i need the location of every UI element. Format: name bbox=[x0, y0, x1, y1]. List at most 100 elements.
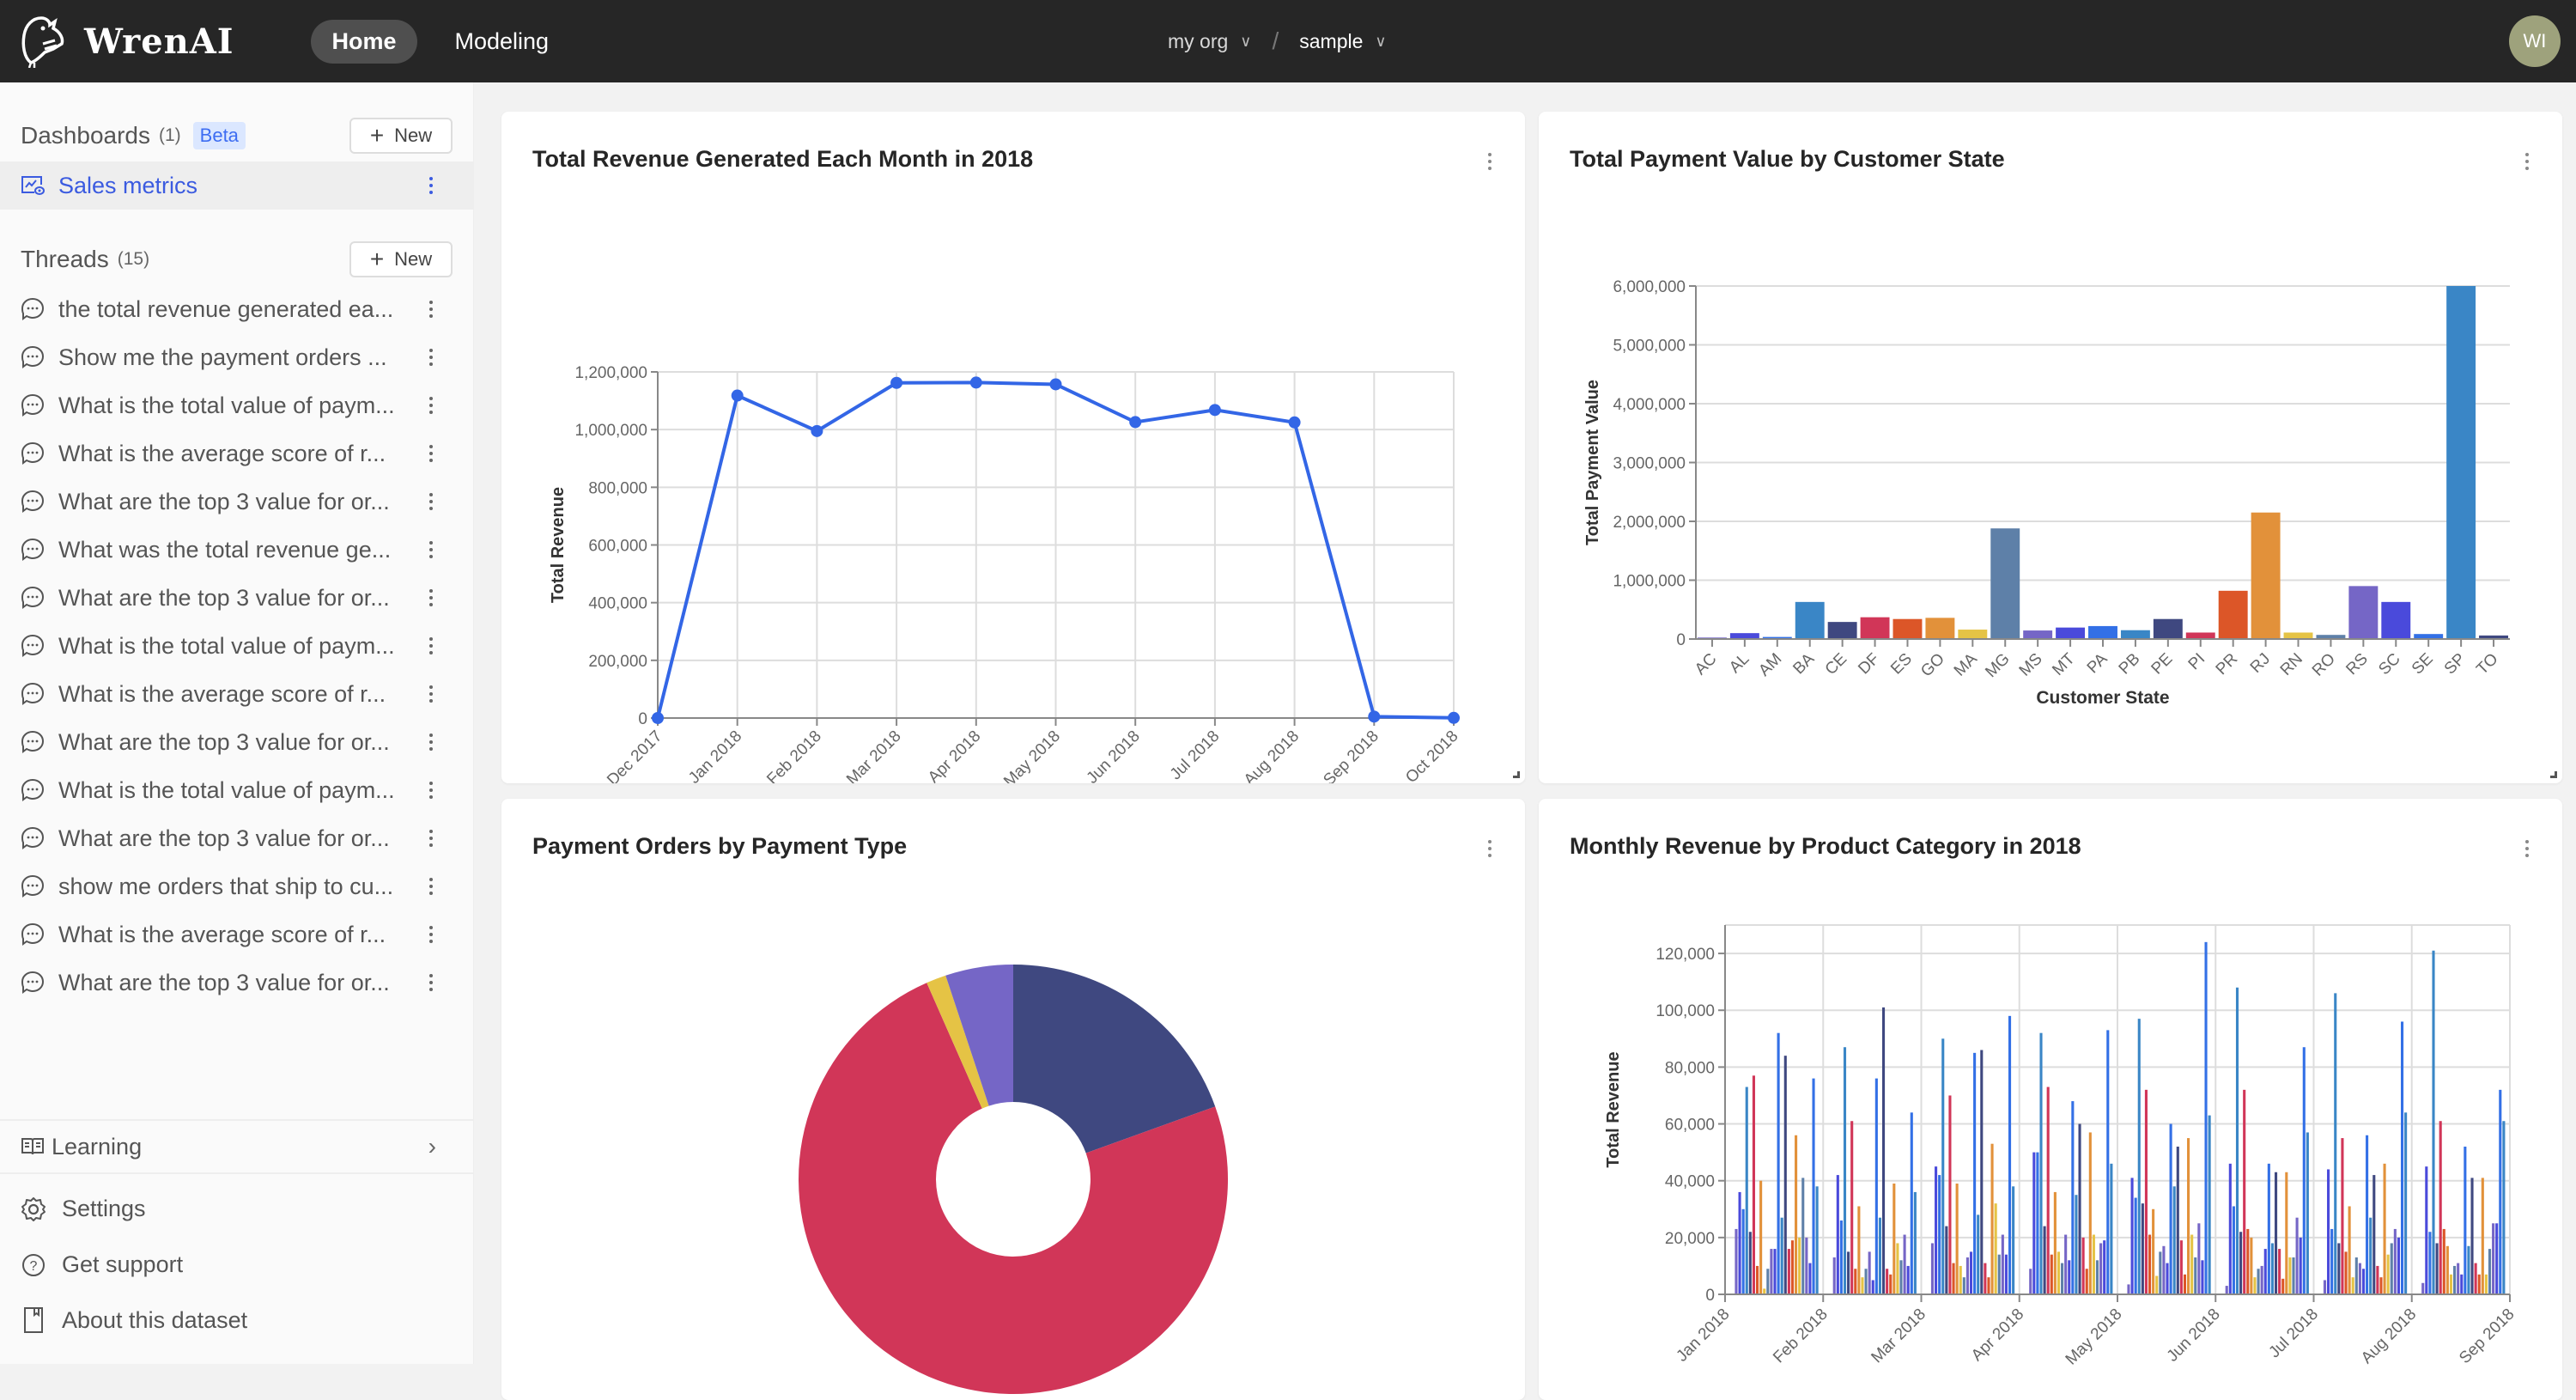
dashboard-chart-icon bbox=[21, 176, 45, 195]
more-options-icon[interactable] bbox=[427, 301, 435, 318]
bar-m0-c18 bbox=[1798, 1237, 1801, 1294]
nav-modeling[interactable]: Modeling bbox=[434, 20, 570, 64]
thread-item[interactable]: What is the total value of paym... bbox=[0, 766, 473, 814]
resize-handle[interactable] bbox=[2550, 771, 2557, 778]
more-options-icon[interactable] bbox=[427, 782, 435, 799]
new-dashboard-button[interactable]: + New bbox=[349, 118, 453, 154]
bar-m4-c8 bbox=[2155, 1275, 2159, 1294]
x-tick-label: MA bbox=[1951, 649, 1981, 679]
bar-m6-c10 bbox=[2358, 1263, 2361, 1294]
more-options-icon[interactable] bbox=[427, 541, 435, 558]
bar-m2-c8 bbox=[1959, 1265, 1962, 1294]
user-avatar[interactable]: WI bbox=[2509, 15, 2561, 67]
thread-label: What was the total revenue ge... bbox=[58, 536, 392, 563]
more-options-icon[interactable] bbox=[427, 878, 435, 895]
more-options-icon[interactable] bbox=[427, 177, 435, 194]
more-options-icon[interactable] bbox=[427, 445, 435, 462]
x-tick-label: Sep 2018 bbox=[1320, 727, 1382, 783]
get-support-link[interactable]: ? Get support bbox=[21, 1251, 183, 1278]
bar-PI bbox=[2185, 632, 2215, 639]
svg-text:?: ? bbox=[30, 1259, 38, 1274]
bar-m6-c11 bbox=[2361, 1269, 2366, 1294]
bar-m1-c15 bbox=[1886, 1269, 1889, 1294]
bar-m1-c10 bbox=[1868, 1251, 1871, 1294]
more-options-icon[interactable] bbox=[427, 589, 435, 606]
more-options-icon[interactable] bbox=[427, 397, 435, 414]
bar-PR bbox=[2218, 590, 2248, 639]
bar-m5-c10 bbox=[2260, 1265, 2263, 1294]
bar-m5-c12 bbox=[2267, 1163, 2270, 1294]
x-tick-label: RS bbox=[2342, 650, 2372, 679]
bar-m0-c0 bbox=[1735, 1228, 1738, 1294]
org-selector[interactable]: my org ∨ bbox=[1168, 30, 1251, 53]
settings-link[interactable]: Settings bbox=[21, 1196, 146, 1222]
thread-item[interactable]: What is the total value of paym... bbox=[0, 381, 473, 429]
bar-m2-c10 bbox=[1965, 1257, 1969, 1294]
thread-item[interactable]: What are the top 3 value for or... bbox=[0, 814, 473, 862]
bar-m0-c2 bbox=[1741, 1208, 1745, 1294]
dashboard-item-sales-metrics[interactable]: Sales metrics bbox=[0, 161, 473, 210]
bar-m6-c7 bbox=[2348, 1206, 2351, 1294]
bar-m0-c22 bbox=[1812, 1078, 1815, 1294]
thread-item[interactable]: show me orders that ship to cu... bbox=[0, 862, 473, 910]
more-options-icon[interactable] bbox=[427, 926, 435, 943]
learning-section[interactable]: Learning › bbox=[0, 1119, 474, 1174]
wrenai-logo[interactable]: WrenAI bbox=[19, 15, 234, 68]
more-options-icon[interactable] bbox=[427, 349, 435, 366]
thread-item[interactable]: What are the top 3 value for or... bbox=[0, 718, 473, 766]
chat-bubble-icon bbox=[21, 634, 45, 657]
y-axis-title: Total Revenue bbox=[549, 487, 568, 603]
bar-m4-c15 bbox=[2179, 1240, 2183, 1294]
thread-item[interactable]: Show me the payment orders ... bbox=[0, 333, 473, 381]
thread-item[interactable]: What is the average score of r... bbox=[0, 429, 473, 478]
bar-m0-c23 bbox=[1815, 1186, 1819, 1294]
thread-item[interactable]: the total revenue generated ea... bbox=[0, 285, 473, 333]
about-dataset-link[interactable]: About this dataset bbox=[21, 1306, 247, 1334]
more-options-icon[interactable] bbox=[427, 733, 435, 751]
bar-RS bbox=[2348, 586, 2379, 639]
bar-m1-c0 bbox=[1832, 1257, 1836, 1294]
donut-chart bbox=[799, 965, 1228, 1394]
grouped-bar-chart: 0 20,000 40,000 60,000 80,000 100,000 120,000 J… bbox=[1604, 924, 2518, 1369]
x-tick-label: AC bbox=[1692, 650, 1721, 679]
bar-m7-c19 bbox=[2488, 1249, 2492, 1294]
more-options-icon[interactable] bbox=[427, 493, 435, 510]
x-tick-label: Oct 2018 bbox=[1402, 727, 1461, 783]
y-tick-label: 1,000,000 bbox=[1613, 573, 1686, 591]
more-options-icon[interactable] bbox=[427, 637, 435, 654]
bar-m7-c2 bbox=[2428, 1232, 2432, 1294]
thread-item[interactable]: What are the top 3 value for or... bbox=[0, 574, 473, 622]
y-tick-label: 40,000 bbox=[1665, 1173, 1715, 1191]
more-options-icon[interactable] bbox=[427, 974, 435, 991]
bar-m5-c0 bbox=[2225, 1286, 2228, 1294]
nav-home[interactable]: Home bbox=[311, 19, 417, 64]
bar-m1-c18 bbox=[1896, 1243, 1899, 1294]
y-tick-label: 400,000 bbox=[588, 595, 647, 613]
more-options-icon[interactable] bbox=[427, 685, 435, 703]
thread-item[interactable]: What is the total value of paym... bbox=[0, 622, 473, 670]
thread-item[interactable]: What is the average score of r... bbox=[0, 910, 473, 959]
bar-m4-c4 bbox=[2141, 1203, 2144, 1294]
bar-m0-c3 bbox=[1745, 1087, 1748, 1294]
chat-bubble-icon bbox=[21, 441, 45, 465]
bar-m2-c15 bbox=[1984, 1263, 1987, 1294]
y-tick-label: 4,000,000 bbox=[1613, 396, 1686, 414]
y-tick-label: 600,000 bbox=[588, 538, 647, 556]
new-thread-button[interactable]: + New bbox=[349, 241, 453, 277]
bar-m7-c12 bbox=[2464, 1147, 2467, 1294]
more-options-icon[interactable] bbox=[427, 830, 435, 847]
bar-m1-c4 bbox=[1847, 1251, 1850, 1294]
bar-MS bbox=[2023, 630, 2053, 639]
thread-item[interactable]: What is the average score of r... bbox=[0, 670, 473, 718]
bar-m1-c8 bbox=[1861, 1277, 1864, 1294]
thread-item[interactable]: What are the top 3 value for or... bbox=[0, 478, 473, 526]
y-tick-label: 80,000 bbox=[1665, 1059, 1715, 1077]
project-selector[interactable]: sample ∨ bbox=[1299, 30, 1386, 53]
thread-item[interactable]: What was the total revenue ge... bbox=[0, 526, 473, 574]
thread-item[interactable]: What are the top 3 value for or... bbox=[0, 959, 473, 1007]
resize-handle[interactable] bbox=[1513, 771, 1520, 778]
bar-m5-c7 bbox=[2250, 1237, 2253, 1294]
bar-m7-c0 bbox=[2421, 1282, 2425, 1294]
bar-m6-c1 bbox=[2327, 1169, 2330, 1294]
data-point bbox=[731, 389, 744, 402]
